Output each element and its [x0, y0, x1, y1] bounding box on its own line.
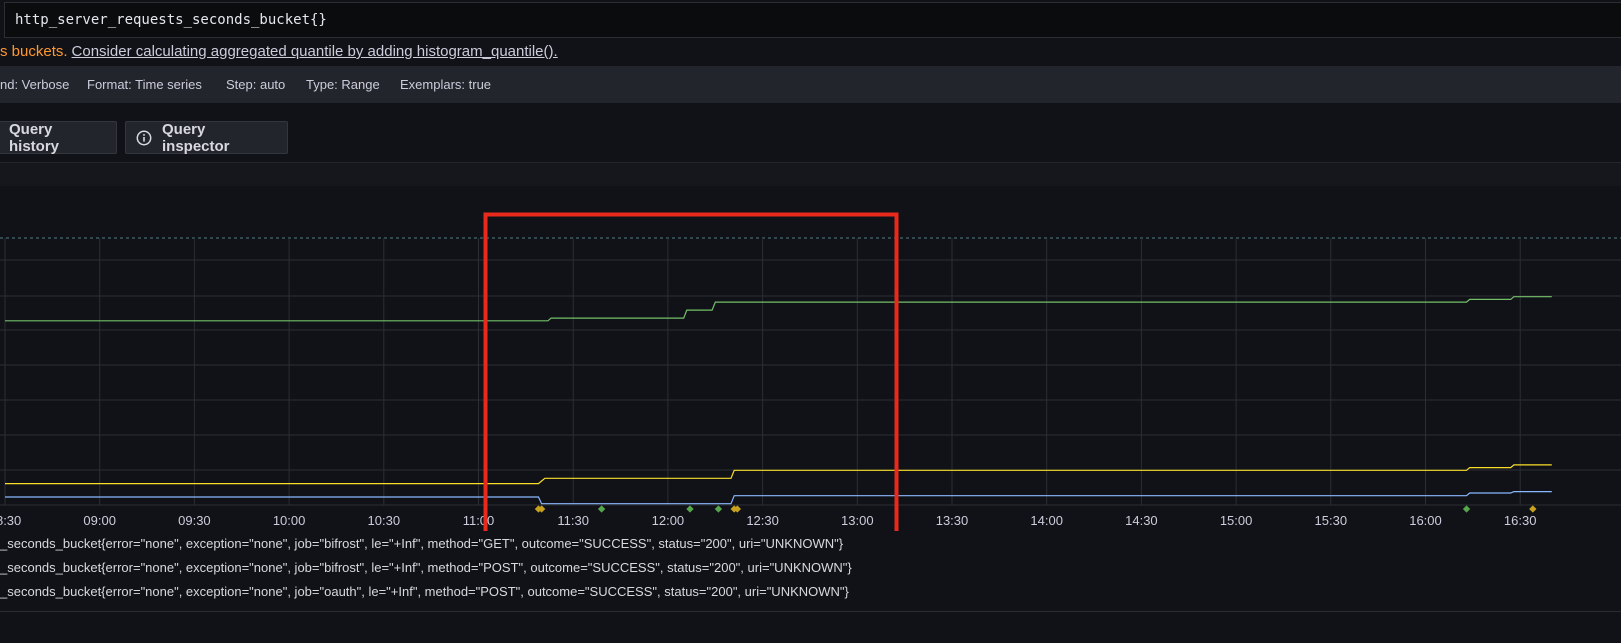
x-tick-label: 09:00 [83, 513, 116, 528]
panel-header [0, 163, 1621, 186]
x-tick-label: 13:00 [841, 513, 874, 528]
exemplar-marker [714, 505, 723, 513]
x-tick-label: 09:30 [178, 513, 211, 528]
query-row [0, 0, 1621, 40]
x-tick-label: 11:30 [557, 513, 589, 528]
query-inspector-button[interactable]: Query inspector [125, 120, 288, 155]
legend-item[interactable]: _seconds_bucket{error="none", exception=… [0, 560, 852, 575]
legend-label: _seconds_bucket{error="none", exception=… [0, 560, 852, 575]
x-tick-label: 14:00 [1030, 513, 1063, 528]
query-options-bar[interactable]: nd: Verbose Format: Time series Step: au… [0, 66, 1621, 103]
x-tick-label: 12:00 [652, 513, 685, 528]
legend-item[interactable]: _seconds_bucket{error="none", exception=… [0, 584, 849, 599]
legend-item[interactable]: _seconds_bucket{error="none", exception=… [0, 536, 843, 551]
x-tick-label: 12:30 [746, 513, 779, 528]
x-tick-label: 16:30 [1504, 513, 1537, 528]
x-tick-label: 16:00 [1409, 513, 1442, 528]
x-tick-label: 15:00 [1220, 513, 1253, 528]
option-exemplars: Exemplars: true [400, 77, 492, 92]
highlight-box [483, 212, 899, 531]
series-line [5, 296, 1552, 322]
x-tick-label: 11:00 [463, 513, 495, 528]
exemplar-marker [1529, 505, 1537, 513]
exemplar-marker [686, 505, 694, 513]
query-history-label: Query history [9, 120, 60, 155]
legend-label: _seconds_bucket{error="none", exception=… [0, 584, 849, 599]
x-tick-label: 13:30 [936, 513, 969, 528]
time-series-graph[interactable]: 08:30 09:00 09:30 10:00 10:30 11:00 11:30 12:00… [0, 186, 1621, 531]
hint-text: s buckets. [0, 43, 68, 60]
query-hint: s buckets. Consider calculating aggregate… [0, 43, 558, 63]
exemplar-marker [1462, 505, 1471, 513]
info-icon [136, 130, 152, 145]
x-tick-label: 10:30 [368, 513, 401, 528]
option-legend: nd: Verbose [0, 77, 70, 92]
series-line [5, 464, 1552, 485]
x-tick-label: 14:30 [1125, 513, 1158, 528]
divider [0, 611, 1621, 612]
exemplar-marker [597, 505, 606, 513]
option-format: Format: Time series [87, 77, 202, 92]
histogram-quantile-link[interactable]: Consider calculating aggregated quantile… [72, 43, 558, 60]
option-step: Step: auto [226, 77, 286, 92]
series-line [5, 491, 1552, 505]
query-history-button[interactable]: Query history [0, 120, 117, 155]
query-inspector-label: Query inspector [162, 120, 230, 155]
option-type: Type: Range [306, 77, 380, 92]
query-input[interactable] [4, 2, 1621, 38]
x-tick-label: 10:00 [273, 513, 306, 528]
x-tick-label: 15:30 [1315, 513, 1348, 528]
x-tick-label: 08:30 [0, 513, 21, 528]
legend-label: _seconds_bucket{error="none", exception=… [0, 536, 844, 551]
